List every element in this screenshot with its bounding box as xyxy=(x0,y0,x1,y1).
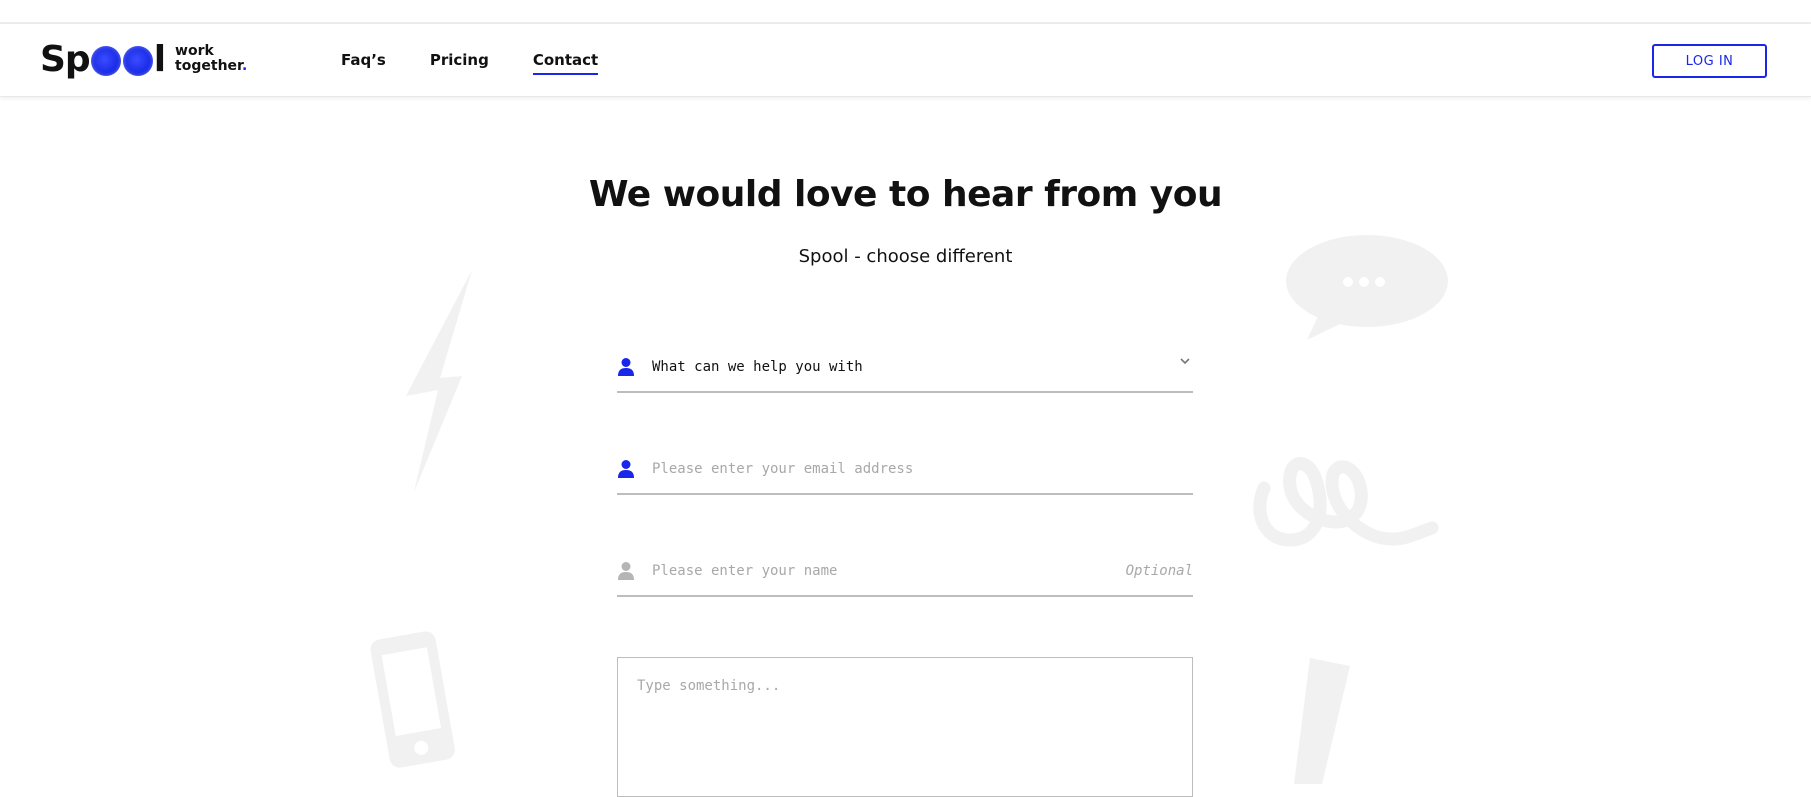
nav-links: Faq’s Pricing Contact xyxy=(341,24,642,96)
nav-link-pricing[interactable]: Pricing xyxy=(430,45,489,75)
nav-link-contact[interactable]: Contact xyxy=(532,45,599,75)
page-subtitle: Spool - choose different xyxy=(798,246,1013,267)
user-icon xyxy=(618,460,634,478)
logo[interactable]: Sp l work together. xyxy=(40,36,247,82)
phone-icon xyxy=(370,631,455,768)
chevron-down-icon[interactable] xyxy=(1179,355,1191,367)
email-field-placeholder: Please enter your email address xyxy=(652,461,914,477)
user-icon xyxy=(618,562,634,580)
navbar: Sp l work together. Faq’s Pricing Contact… xyxy=(0,24,1811,97)
spool-thread-icon xyxy=(1253,457,1439,547)
nav-link-faqs[interactable]: Faq’s xyxy=(341,45,386,75)
optional-label: Optional xyxy=(1125,563,1193,579)
name-field-placeholder: Please enter your name xyxy=(652,563,838,579)
page-title: We would love to hear from you xyxy=(588,174,1223,215)
lightning-icon xyxy=(406,270,472,492)
topic-select-value: What can we help you with xyxy=(652,359,863,375)
email-field[interactable]: Please enter your email address xyxy=(617,447,1193,495)
message-textarea[interactable]: Type something... xyxy=(617,657,1193,797)
exclamation-icon xyxy=(1294,658,1350,784)
logo-tagline: work together. xyxy=(175,43,248,74)
topic-select[interactable]: What can we help you with xyxy=(617,345,1193,393)
login-button[interactable]: LOG IN xyxy=(1652,44,1767,78)
top-strip xyxy=(0,0,1811,24)
logo-wordmark: Sp l xyxy=(40,38,166,80)
message-placeholder: Type something... xyxy=(637,678,781,694)
user-icon xyxy=(618,358,634,376)
name-field[interactable]: Please enter your name Optional xyxy=(617,549,1193,597)
